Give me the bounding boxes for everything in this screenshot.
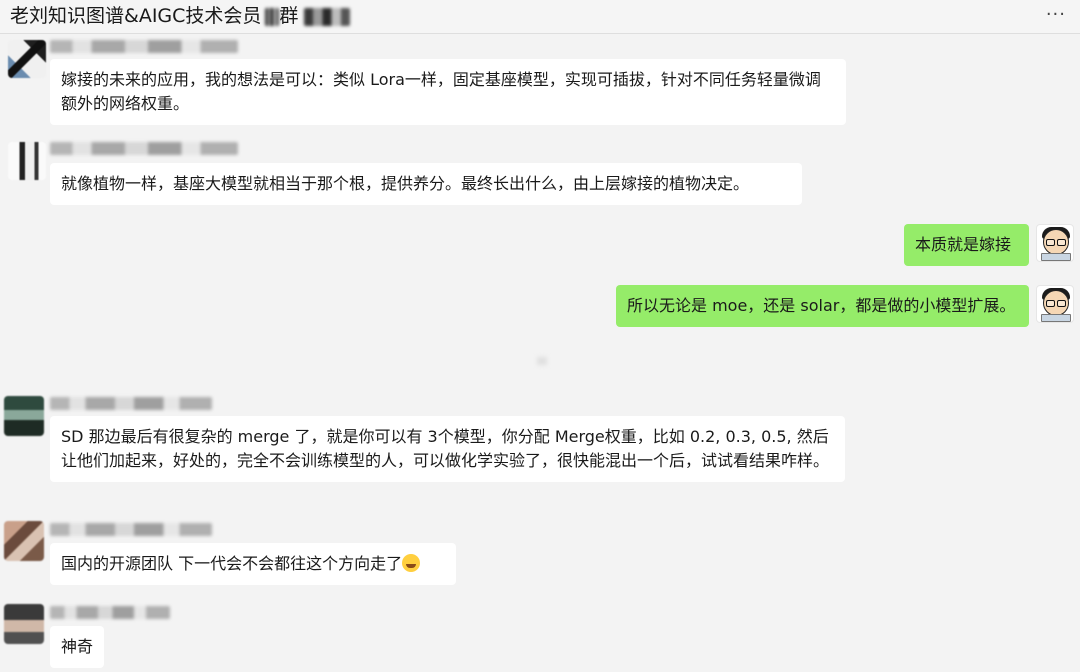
glasses-icon	[1046, 239, 1055, 246]
sender-name	[50, 397, 212, 410]
message-bubble[interactable]: 嫁接的未来的应用，我的想法是可以：类似 Lora一样，固定基座模型，实现可插拔，…	[50, 59, 846, 125]
avatar[interactable]	[8, 142, 46, 180]
my-message-bubble[interactable]: 本质就是嫁接	[904, 224, 1029, 266]
glasses-icon	[1057, 300, 1066, 307]
glasses-icon	[1057, 239, 1066, 246]
laptop-icon	[1041, 253, 1071, 261]
message-bubble[interactable]: 神奇	[50, 626, 104, 668]
avatar[interactable]	[4, 604, 44, 644]
glasses-icon	[1046, 300, 1055, 307]
more-horizontal-icon[interactable]: ···	[1046, 4, 1066, 25]
sender-name	[50, 523, 212, 536]
message-bubble[interactable]: SD 那边最后有很复杂的 merge 了，就是你可以有 3个模型，你分配 Mer…	[50, 416, 845, 482]
message-bubble[interactable]: 国内的开源团队 下一代会不会都往这个方向走了	[50, 543, 456, 585]
my-message-bubble[interactable]: 所以无论是 moe，还是 solar，都是做的小模型扩展。	[616, 285, 1029, 327]
avatar[interactable]	[4, 521, 44, 561]
blurred-redaction	[304, 7, 351, 26]
laughing-tears-icon	[402, 554, 421, 572]
chat-title-bar: 老刘知识图谱&AIGC技术会员群 ···	[0, 0, 1080, 34]
sender-name	[50, 142, 238, 155]
sender-name	[50, 606, 170, 619]
laptop-icon	[1041, 314, 1071, 322]
my-avatar[interactable]	[1036, 285, 1074, 323]
avatar[interactable]	[4, 396, 44, 436]
blurred-timestamp	[537, 357, 547, 365]
chat-title-text: 老刘知识图谱&AIGC技术会员	[10, 5, 262, 27]
chat-title: 老刘知识图谱&AIGC技术会员群	[10, 4, 351, 28]
blurred-redaction	[265, 7, 280, 26]
chat-title-suffix: 群	[279, 5, 299, 27]
avatar[interactable]	[8, 40, 46, 78]
message-bubble[interactable]: 就像植物一样，基座大模型就相当于那个根，提供养分。最终长出什么，由上层嫁接的植物…	[50, 163, 802, 205]
my-avatar[interactable]	[1036, 224, 1074, 262]
message-text: 国内的开源团队 下一代会不会都往这个方向走了	[61, 554, 403, 573]
sender-name	[50, 40, 238, 53]
